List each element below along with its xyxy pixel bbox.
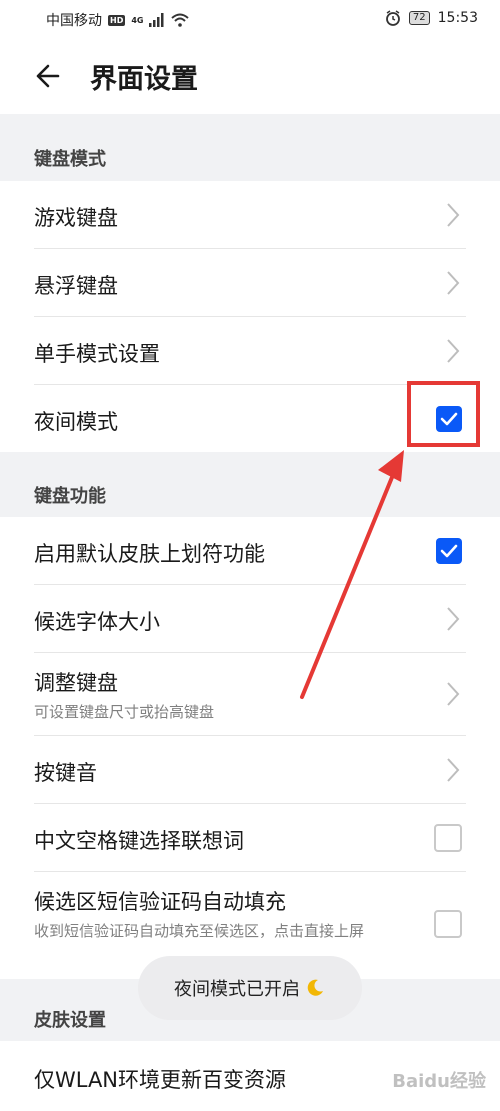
annotation-arrow	[300, 450, 404, 699]
toast-night-mode-on: 夜间模式已开启	[138, 956, 362, 1020]
moon-icon	[307, 979, 323, 996]
watermark-text: Baidu经验	[392, 1071, 486, 1092]
toast-text: 夜间模式已开启	[174, 979, 300, 1000]
watermark: Baidu经验	[392, 1067, 486, 1093]
